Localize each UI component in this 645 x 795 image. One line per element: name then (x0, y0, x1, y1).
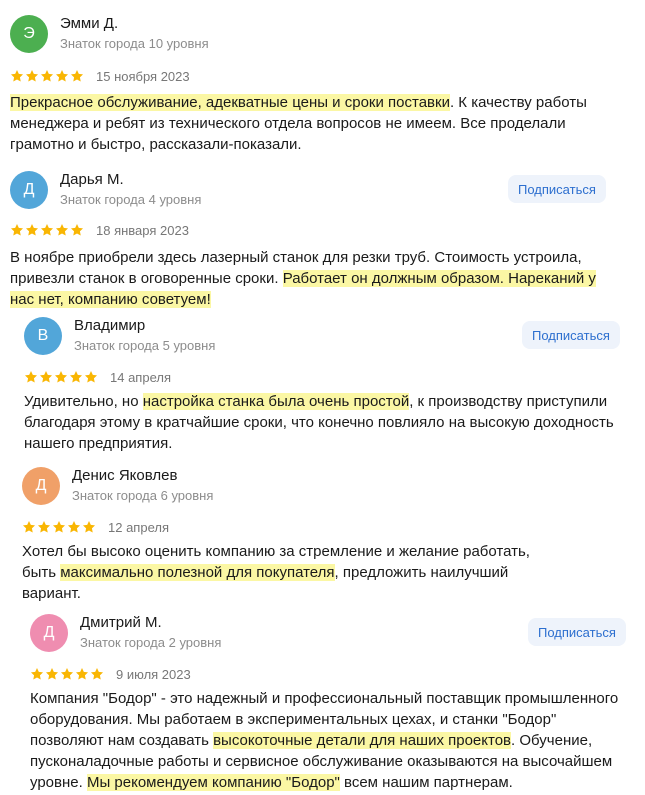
star-icon (55, 70, 69, 82)
reviewer-name[interactable]: Денис Яковлев (72, 467, 177, 484)
star-icon (10, 224, 24, 236)
review-text-part: Удивительно, но (24, 393, 143, 410)
avatar[interactable]: Д (10, 171, 48, 209)
star-icon (84, 371, 98, 383)
star-icon (67, 521, 81, 533)
reviewer-name[interactable]: Эмми Д. (60, 15, 118, 32)
subscribe-button[interactable]: Подписаться (528, 618, 626, 646)
star-icon (30, 668, 44, 680)
star-icon (55, 224, 69, 236)
star-rating (22, 520, 96, 534)
reviewer-name[interactable]: Дарья М. (60, 171, 124, 188)
star-icon (24, 371, 38, 383)
rating-row: 12 апреля (22, 518, 169, 536)
avatar[interactable]: Д (30, 614, 68, 652)
review-text: Хотел бы высоко оценить компанию за стре… (22, 541, 562, 604)
star-icon (10, 70, 24, 82)
rating-row: 9 июля 2023 (30, 665, 191, 683)
highlighted-text: Прекрасное обслуживание, адекватные цены… (10, 94, 450, 111)
reviewer-name[interactable]: Владимир (74, 317, 145, 334)
highlighted-text: Мы рекомендуем компанию "Бодор" (86, 774, 340, 791)
review-date: 14 апреля (110, 369, 171, 385)
star-rating (30, 667, 104, 681)
star-icon (54, 371, 68, 383)
star-icon (39, 371, 53, 383)
star-icon (69, 371, 83, 383)
review-text-part: всем нашим партнерам. (339, 774, 513, 791)
avatar[interactable]: В (24, 317, 62, 355)
star-icon (25, 224, 39, 236)
star-icon (25, 70, 39, 82)
reviewer-level: Знаток города 6 уровня (72, 488, 214, 503)
highlighted-text: настройка станка была очень простой (142, 393, 410, 410)
star-icon (45, 668, 59, 680)
star-icon (52, 521, 66, 533)
star-icon (60, 668, 74, 680)
review-date: 9 июля 2023 (116, 666, 191, 682)
star-icon (75, 668, 89, 680)
star-rating (10, 223, 84, 237)
star-rating (24, 370, 98, 384)
star-icon (70, 70, 84, 82)
star-icon (82, 521, 96, 533)
rating-row: 15 ноября 2023 (10, 67, 190, 85)
review-date: 15 ноября 2023 (96, 68, 190, 84)
review-date: 12 апреля (108, 519, 169, 535)
highlighted-text: максимально полезной для покупателя (60, 564, 335, 581)
avatar[interactable]: Э (10, 15, 48, 53)
reviewer-name[interactable]: Дмитрий М. (80, 614, 162, 631)
subscribe-button[interactable]: Подписаться (508, 175, 606, 203)
review-text: Удивительно, но настройка станка была оч… (24, 391, 622, 454)
review-text: Прекрасное обслуживание, адекватные цены… (10, 92, 605, 155)
star-icon (37, 521, 51, 533)
reviewer-level: Знаток города 5 уровня (74, 338, 216, 353)
star-icon (22, 521, 36, 533)
review-date: 18 января 2023 (96, 222, 189, 238)
review-text: Компания "Бодор" - это надежный и профес… (30, 688, 630, 793)
rating-row: 14 апреля (24, 368, 171, 386)
highlighted-text: высокоточные детали для наших проектов (213, 732, 512, 749)
rating-row: 18 января 2023 (10, 221, 189, 239)
subscribe-button[interactable]: Подписаться (522, 321, 620, 349)
reviewer-level: Знаток города 10 уровня (60, 36, 209, 51)
star-rating (10, 69, 84, 83)
star-icon (40, 224, 54, 236)
star-icon (90, 668, 104, 680)
reviewer-level: Знаток города 4 уровня (60, 192, 202, 207)
star-icon (40, 70, 54, 82)
avatar[interactable]: Д (22, 467, 60, 505)
star-icon (70, 224, 84, 236)
review-text: В ноябре приобрели здесь лазерный станок… (10, 247, 608, 310)
reviewer-level: Знаток города 2 уровня (80, 635, 222, 650)
